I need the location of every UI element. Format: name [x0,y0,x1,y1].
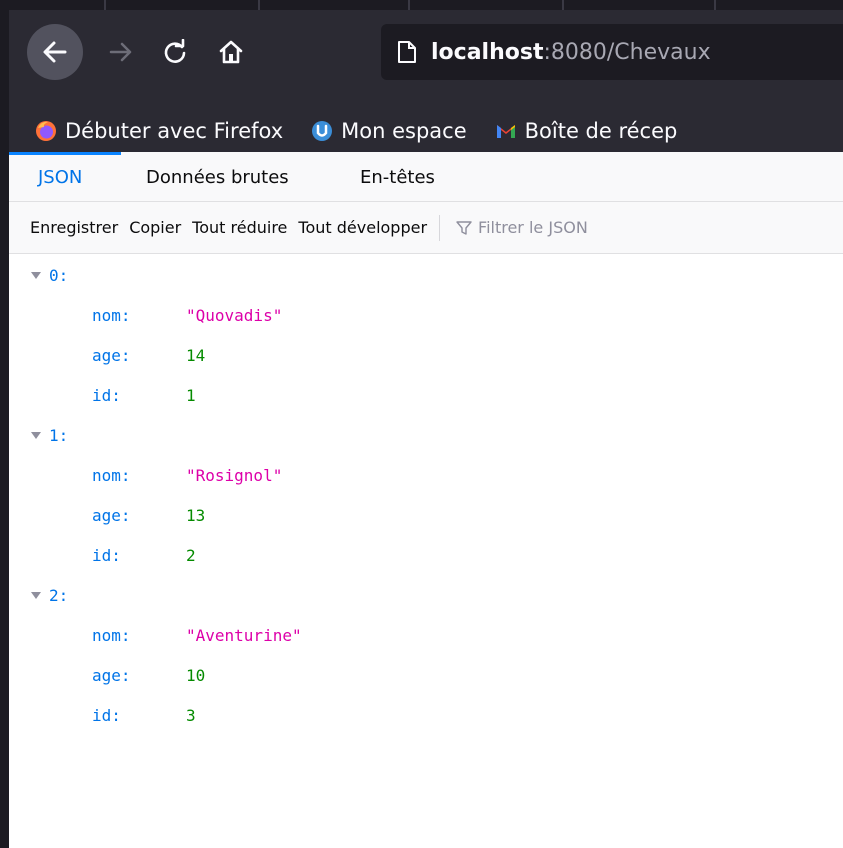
json-field-row[interactable]: nom: "Rosignol" [9,455,843,495]
json-key: nom: [92,465,131,485]
json-field-row[interactable]: age: 13 [9,495,843,535]
json-number-value: 2 [186,545,196,565]
bookmarks-toolbar: Débuter avec Firefox Mon espace Boîte de… [9,110,843,152]
tab-json[interactable]: JSON [38,152,82,202]
filter-input[interactable] [478,218,699,237]
back-button[interactable] [27,24,83,80]
expand-toggle-icon[interactable] [31,271,41,279]
bookmark-label: Boîte de récep [524,119,678,143]
reload-icon [164,39,186,63]
arrow-left-icon [43,41,67,63]
gmail-icon [495,120,517,142]
json-key: id: [92,385,121,405]
home-button[interactable] [215,36,247,68]
json-number-value: 1 [186,385,196,405]
url-path: :8080/Chevaux [543,39,711,65]
json-key: nom: [92,625,131,645]
array-item-row[interactable]: 1: [9,415,843,455]
json-key: nom: [92,305,131,325]
arrow-right-icon [109,42,132,62]
navigation-toolbar: localhost:8080/Chevaux [9,0,843,110]
filter-icon [456,220,472,235]
expand-toggle-icon[interactable] [31,591,41,599]
json-tree: 0: nom: "Quovadis" age: 14 id: 1 1: nom:… [9,254,843,848]
json-field-row[interactable]: id: 1 [9,375,843,415]
copy-button[interactable]: Copier [129,218,181,237]
json-field-row[interactable]: nom: "Quovadis" [9,295,843,335]
json-field-row[interactable]: id: 2 [9,535,843,575]
array-item-row[interactable]: 0: [9,255,843,295]
bookmark-item[interactable]: Boîte de récep [495,119,678,143]
json-number-value: 14 [186,345,206,365]
url-text: localhost:8080/Chevaux [431,40,711,65]
bookmark-item[interactable]: Débuter avec Firefox [35,119,283,143]
json-field-row[interactable]: id: 3 [9,695,843,735]
bookmark-label: Débuter avec Firefox [65,119,284,143]
expand-all-button[interactable]: Tout développer [298,218,427,237]
collapse-all-button[interactable]: Tout réduire [192,218,287,237]
json-field-row[interactable]: age: 10 [9,655,843,695]
json-number-value: 13 [186,505,206,525]
json-string-value: "Rosignol" [186,465,283,485]
json-string-value: "Quovadis" [186,305,283,325]
json-field-row[interactable]: nom: "Aventurine" [9,615,843,655]
expand-toggle-icon[interactable] [31,431,41,439]
filter-box [456,218,699,237]
array-item-row[interactable]: 2: [9,575,843,615]
reload-button[interactable] [159,36,191,68]
bookmark-item[interactable]: Mon espace [311,119,467,143]
array-index: 2: [49,585,69,605]
array-index: 0: [49,265,69,285]
page-icon [398,41,416,63]
json-key: age: [92,505,131,525]
browser-window: localhost:8080/Chevaux Débuter avec Fire… [0,0,843,848]
tab-headers[interactable]: En-têtes [360,152,435,202]
tab-strip-edge [9,0,843,10]
address-bar[interactable]: localhost:8080/Chevaux [381,24,843,80]
json-number-value: 3 [186,705,196,725]
save-button[interactable]: Enregistrer [30,218,118,237]
json-key: age: [92,665,131,685]
globe-icon [311,120,333,142]
json-key: id: [92,545,121,565]
home-icon [219,40,243,64]
json-toolbar: Enregistrer Copier Tout réduire Tout dév… [9,202,843,254]
firefox-icon [35,120,57,142]
tab-raw-data[interactable]: Données brutes [146,152,289,202]
json-key: age: [92,345,131,365]
array-index: 1: [49,425,69,445]
json-number-value: 10 [186,665,206,685]
viewer-tabs: JSON Données brutes En-têtes [9,152,843,202]
window-edge [0,0,9,848]
json-key: id: [92,705,121,725]
bookmark-label: Mon espace [341,119,467,143]
json-field-row[interactable]: age: 14 [9,335,843,375]
url-host: localhost [431,39,544,65]
forward-button[interactable] [105,36,137,68]
toolbar-divider [439,214,441,241]
json-string-value: "Aventurine" [186,625,302,645]
